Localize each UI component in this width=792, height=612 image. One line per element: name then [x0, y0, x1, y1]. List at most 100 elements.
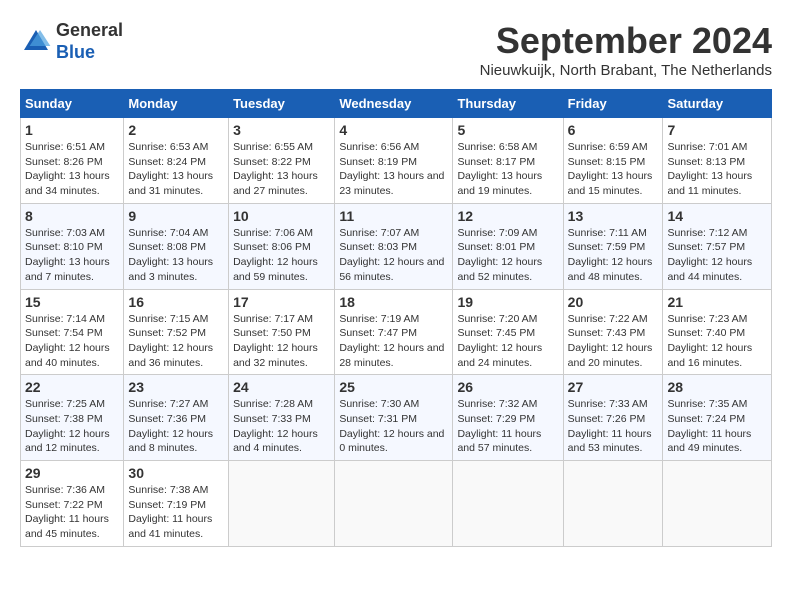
sunset-label: Sunset: 7:47 PM [339, 327, 417, 339]
sunrise-label: Sunrise: 7:14 AM [25, 313, 105, 325]
daylight-label: Daylight: 12 hours and 28 minutes. [339, 342, 444, 369]
calendar-day-cell: 30 Sunrise: 7:38 AM Sunset: 7:19 PM Dayl… [124, 461, 229, 547]
day-info: Sunrise: 6:56 AM Sunset: 8:19 PM Dayligh… [339, 140, 448, 199]
calendar-day-cell: 22 Sunrise: 7:25 AM Sunset: 7:38 PM Dayl… [21, 375, 124, 461]
calendar-day-cell: 10 Sunrise: 7:06 AM Sunset: 8:06 PM Dayl… [229, 203, 335, 289]
day-info: Sunrise: 7:01 AM Sunset: 8:13 PM Dayligh… [667, 140, 767, 199]
calendar-day-cell: 9 Sunrise: 7:04 AM Sunset: 8:08 PM Dayli… [124, 203, 229, 289]
sunrise-label: Sunrise: 7:33 AM [568, 398, 648, 410]
sunset-label: Sunset: 8:10 PM [25, 241, 103, 253]
day-number: 4 [339, 122, 448, 138]
daylight-label: Daylight: 13 hours and 7 minutes. [25, 256, 110, 283]
day-number: 30 [128, 465, 224, 481]
sunset-label: Sunset: 7:36 PM [128, 413, 206, 425]
daylight-label: Daylight: 11 hours and 53 minutes. [568, 428, 652, 455]
day-number: 26 [457, 379, 558, 395]
day-number: 13 [568, 208, 659, 224]
day-info: Sunrise: 7:14 AM Sunset: 7:54 PM Dayligh… [25, 312, 119, 371]
sunrise-label: Sunrise: 7:01 AM [667, 141, 747, 153]
sunrise-label: Sunrise: 6:56 AM [339, 141, 419, 153]
daylight-label: Daylight: 12 hours and 8 minutes. [128, 428, 213, 455]
sunrise-label: Sunrise: 7:11 AM [568, 227, 647, 239]
title-block: September 2024 Nieuwkuijk, North Brabant… [480, 20, 772, 79]
sunset-label: Sunset: 7:54 PM [25, 327, 103, 339]
sunrise-label: Sunrise: 7:38 AM [128, 484, 208, 496]
day-info: Sunrise: 7:12 AM Sunset: 7:57 PM Dayligh… [667, 226, 767, 285]
day-number: 24 [233, 379, 330, 395]
day-info: Sunrise: 7:03 AM Sunset: 8:10 PM Dayligh… [25, 226, 119, 285]
day-number: 29 [25, 465, 119, 481]
daylight-label: Daylight: 12 hours and 20 minutes. [568, 342, 653, 369]
day-info: Sunrise: 7:11 AM Sunset: 7:59 PM Dayligh… [568, 226, 659, 285]
sunset-label: Sunset: 7:59 PM [568, 241, 646, 253]
weekday-header-cell: Friday [563, 90, 663, 118]
daylight-label: Daylight: 11 hours and 45 minutes. [25, 513, 109, 540]
sunrise-label: Sunrise: 6:53 AM [128, 141, 208, 153]
calendar-day-cell: 4 Sunrise: 6:56 AM Sunset: 8:19 PM Dayli… [335, 118, 453, 204]
sunset-label: Sunset: 7:33 PM [233, 413, 311, 425]
day-number: 2 [128, 122, 224, 138]
day-number: 19 [457, 294, 558, 310]
sunrise-label: Sunrise: 7:28 AM [233, 398, 313, 410]
sunrise-label: Sunrise: 7:15 AM [128, 313, 208, 325]
day-info: Sunrise: 6:59 AM Sunset: 8:15 PM Dayligh… [568, 140, 659, 199]
day-number: 14 [667, 208, 767, 224]
sunset-label: Sunset: 8:19 PM [339, 156, 417, 168]
calendar-day-cell: 18 Sunrise: 7:19 AM Sunset: 7:47 PM Dayl… [335, 289, 453, 375]
sunset-label: Sunset: 7:57 PM [667, 241, 745, 253]
location-title: Nieuwkuijk, North Brabant, The Netherlan… [480, 62, 772, 79]
sunset-label: Sunset: 7:43 PM [568, 327, 646, 339]
day-info: Sunrise: 6:53 AM Sunset: 8:24 PM Dayligh… [128, 140, 224, 199]
day-info: Sunrise: 7:38 AM Sunset: 7:19 PM Dayligh… [128, 483, 224, 542]
calendar-day-cell: 29 Sunrise: 7:36 AM Sunset: 7:22 PM Dayl… [21, 461, 124, 547]
day-number: 1 [25, 122, 119, 138]
day-info: Sunrise: 7:32 AM Sunset: 7:29 PM Dayligh… [457, 397, 558, 456]
calendar-day-cell: 11 Sunrise: 7:07 AM Sunset: 8:03 PM Dayl… [335, 203, 453, 289]
day-info: Sunrise: 7:09 AM Sunset: 8:01 PM Dayligh… [457, 226, 558, 285]
day-number: 8 [25, 208, 119, 224]
calendar-day-cell: 27 Sunrise: 7:33 AM Sunset: 7:26 PM Dayl… [563, 375, 663, 461]
daylight-label: Daylight: 13 hours and 23 minutes. [339, 170, 444, 197]
day-number: 25 [339, 379, 448, 395]
daylight-label: Daylight: 12 hours and 32 minutes. [233, 342, 318, 369]
day-info: Sunrise: 6:51 AM Sunset: 8:26 PM Dayligh… [25, 140, 119, 199]
sunrise-label: Sunrise: 7:06 AM [233, 227, 313, 239]
calendar-day-cell: 2 Sunrise: 6:53 AM Sunset: 8:24 PM Dayli… [124, 118, 229, 204]
calendar-day-cell: 25 Sunrise: 7:30 AM Sunset: 7:31 PM Dayl… [335, 375, 453, 461]
sunrise-label: Sunrise: 7:04 AM [128, 227, 208, 239]
sunset-label: Sunset: 7:26 PM [568, 413, 646, 425]
daylight-label: Daylight: 13 hours and 19 minutes. [457, 170, 542, 197]
calendar-day-cell: 13 Sunrise: 7:11 AM Sunset: 7:59 PM Dayl… [563, 203, 663, 289]
daylight-label: Daylight: 12 hours and 52 minutes. [457, 256, 542, 283]
calendar-day-cell: 8 Sunrise: 7:03 AM Sunset: 8:10 PM Dayli… [21, 203, 124, 289]
daylight-label: Daylight: 12 hours and 59 minutes. [233, 256, 318, 283]
sunrise-label: Sunrise: 6:58 AM [457, 141, 537, 153]
calendar-day-cell: 12 Sunrise: 7:09 AM Sunset: 8:01 PM Dayl… [453, 203, 563, 289]
day-info: Sunrise: 7:20 AM Sunset: 7:45 PM Dayligh… [457, 312, 558, 371]
sunrise-label: Sunrise: 7:09 AM [457, 227, 537, 239]
logo-icon [20, 26, 52, 58]
calendar-day-cell: 7 Sunrise: 7:01 AM Sunset: 8:13 PM Dayli… [663, 118, 772, 204]
sunset-label: Sunset: 7:38 PM [25, 413, 103, 425]
day-number: 11 [339, 208, 448, 224]
sunset-label: Sunset: 7:24 PM [667, 413, 745, 425]
day-info: Sunrise: 7:28 AM Sunset: 7:33 PM Dayligh… [233, 397, 330, 456]
month-title: September 2024 [480, 20, 772, 62]
day-number: 10 [233, 208, 330, 224]
logo-line1: General [56, 20, 123, 42]
sunset-label: Sunset: 7:50 PM [233, 327, 311, 339]
sunrise-label: Sunrise: 7:22 AM [568, 313, 648, 325]
sunrise-label: Sunrise: 6:55 AM [233, 141, 313, 153]
sunrise-label: Sunrise: 7:25 AM [25, 398, 105, 410]
day-info: Sunrise: 7:06 AM Sunset: 8:06 PM Dayligh… [233, 226, 330, 285]
sunrise-label: Sunrise: 7:19 AM [339, 313, 419, 325]
day-number: 3 [233, 122, 330, 138]
day-number: 12 [457, 208, 558, 224]
sunset-label: Sunset: 8:08 PM [128, 241, 206, 253]
calendar-week-row: 15 Sunrise: 7:14 AM Sunset: 7:54 PM Dayl… [21, 289, 772, 375]
calendar-day-cell [563, 461, 663, 547]
sunset-label: Sunset: 7:22 PM [25, 499, 103, 511]
day-number: 16 [128, 294, 224, 310]
weekday-header-cell: Sunday [21, 90, 124, 118]
day-info: Sunrise: 7:15 AM Sunset: 7:52 PM Dayligh… [128, 312, 224, 371]
